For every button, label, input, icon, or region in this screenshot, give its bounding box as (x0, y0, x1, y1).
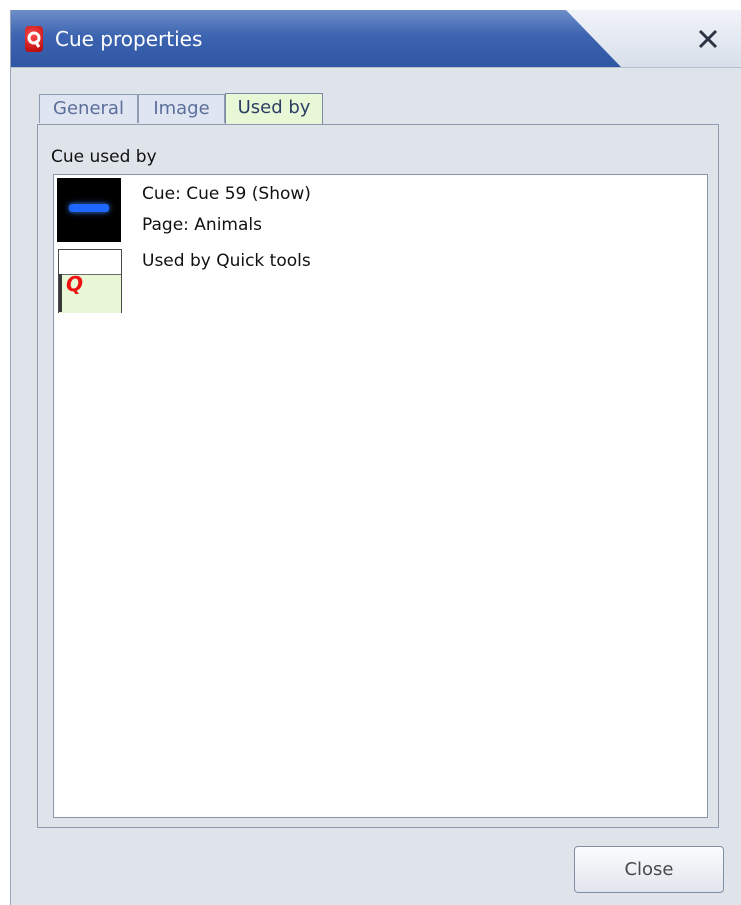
cue-thumbnail (57, 178, 121, 242)
tab-general[interactable]: General (39, 94, 138, 123)
tab-image[interactable]: Image (138, 94, 225, 123)
quick-tools-entry[interactable]: Used by Quick tools (142, 251, 311, 271)
group-label: Cue used by (51, 147, 157, 167)
cue-entry-page[interactable]: Page: Animals (142, 215, 262, 235)
window-title: Cue properties (55, 27, 203, 51)
app-logo-icon (25, 26, 43, 52)
cue-properties-dialog: Cue properties General Image Used by Cue… (10, 10, 741, 905)
title-bar[interactable]: Cue properties (11, 10, 741, 68)
close-icon[interactable] (693, 24, 723, 54)
tab-used-by[interactable]: Used by (225, 93, 323, 124)
cue-thumbnail-glow (69, 204, 109, 212)
used-by-list[interactable]: Cue: Cue 59 (Show) Page: Animals Q Used … (53, 174, 708, 818)
quick-tools-icon-bar (59, 274, 62, 312)
cue-entry-title[interactable]: Cue: Cue 59 (Show) (142, 184, 311, 204)
quick-tools-q-glyph: Q (66, 272, 84, 296)
quick-tools-icon: Q (58, 249, 122, 313)
close-button[interactable]: Close (574, 846, 724, 893)
